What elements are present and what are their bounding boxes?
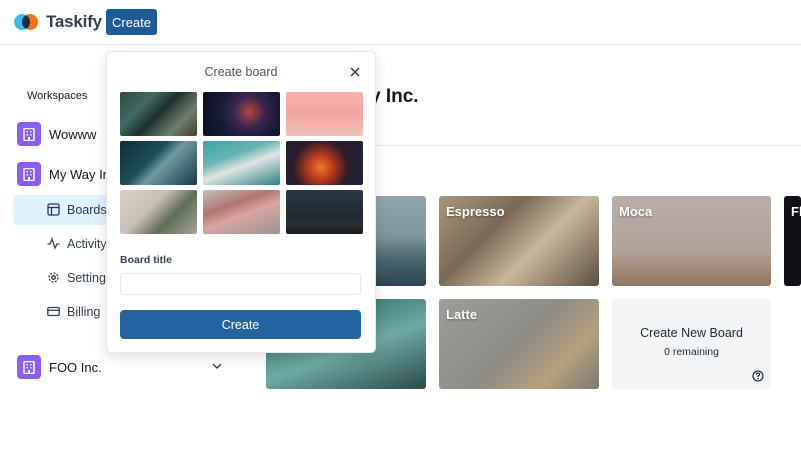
board-card[interactable]: Espresso bbox=[439, 196, 599, 286]
background-option-lava[interactable] bbox=[286, 141, 363, 185]
workspace-item-wowww[interactable]: Wowww bbox=[17, 121, 96, 147]
workspace-avatar bbox=[17, 122, 41, 146]
board-name: Espresso bbox=[446, 204, 505, 219]
logo-icon bbox=[14, 12, 39, 32]
card-icon bbox=[47, 306, 60, 317]
app-logo[interactable]: Taskify bbox=[14, 11, 102, 33]
help-icon[interactable] bbox=[752, 370, 764, 382]
board-card[interactable]: Latte bbox=[439, 299, 599, 389]
create-button[interactable]: Create bbox=[106, 9, 157, 35]
sidebar-item-label: Activity bbox=[67, 237, 107, 251]
background-option-aerial-city[interactable] bbox=[120, 92, 197, 136]
workspaces-label: Workspaces bbox=[27, 90, 88, 102]
workspace-avatar bbox=[17, 355, 41, 379]
background-option-night-sky[interactable] bbox=[286, 190, 363, 234]
board-title-label: Board title bbox=[120, 254, 172, 266]
settings-icon bbox=[48, 272, 59, 283]
remaining-count: 0 remaining bbox=[664, 346, 719, 358]
building-icon bbox=[23, 167, 35, 181]
sidebar-item-label: Billing bbox=[67, 305, 101, 319]
board-name: Fl bbox=[791, 204, 801, 219]
building-icon bbox=[23, 360, 35, 374]
background-option-wave-turquoise[interactable] bbox=[203, 141, 280, 185]
top-navbar: Taskify Create bbox=[0, 0, 801, 45]
board-name: Latte bbox=[446, 307, 478, 322]
background-option-palm-leaf[interactable] bbox=[120, 190, 197, 234]
background-option-nebula[interactable] bbox=[203, 92, 280, 136]
building-icon bbox=[23, 127, 35, 141]
create-board-submit-button[interactable]: Create bbox=[120, 310, 361, 339]
workspace-name: My Way In bbox=[49, 166, 110, 182]
board-name: Moca bbox=[619, 204, 653, 219]
board-title-input[interactable] bbox=[120, 273, 361, 295]
board-icon bbox=[47, 203, 60, 216]
chevron-down-icon[interactable] bbox=[211, 361, 223, 371]
app-name: Taskify bbox=[46, 12, 102, 31]
activity-icon bbox=[47, 237, 60, 250]
board-card[interactable]: Fl bbox=[784, 196, 801, 286]
workspace-name: Wowww bbox=[49, 126, 97, 142]
workspace-name: FOO Inc. bbox=[49, 359, 102, 375]
sidebar-item-label: Boards bbox=[67, 203, 107, 217]
popover-title: Create board bbox=[204, 65, 278, 79]
page-title: y Inc. bbox=[370, 86, 419, 107]
board-card[interactable]: Moca bbox=[612, 196, 771, 286]
create-new-board-card[interactable]: Create New Board 0 remaining bbox=[612, 299, 771, 389]
create-board-popover: Create board Board title Create bbox=[106, 51, 376, 353]
background-option-red-rocks[interactable] bbox=[203, 190, 280, 234]
workspace-avatar bbox=[17, 162, 41, 186]
workspace-item-my-way[interactable]: My Way In bbox=[17, 161, 110, 187]
close-icon[interactable] bbox=[348, 65, 362, 79]
workspace-item-foo[interactable]: FOO Inc. bbox=[17, 354, 102, 380]
background-option-ocean-waves-dark[interactable] bbox=[120, 141, 197, 185]
background-option-pink-sky[interactable] bbox=[286, 92, 363, 136]
create-new-board-label: Create New Board bbox=[640, 326, 743, 340]
